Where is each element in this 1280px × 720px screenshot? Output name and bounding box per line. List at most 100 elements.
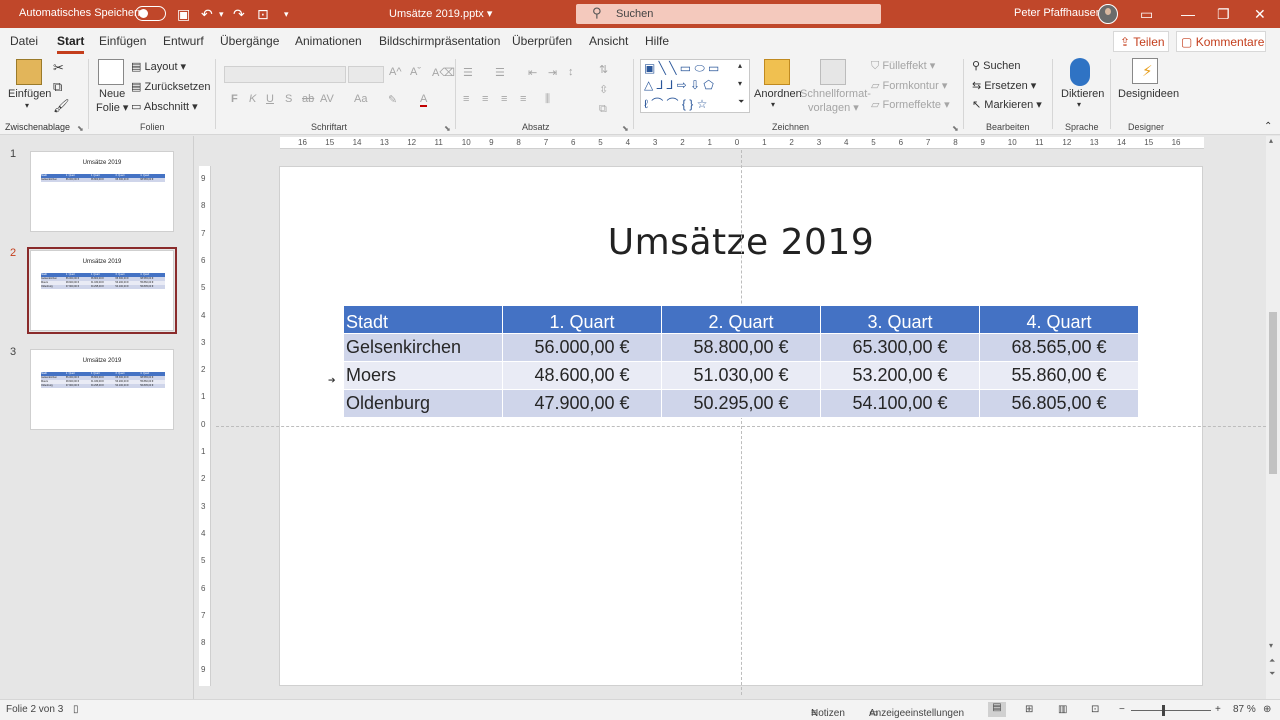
table-cell[interactable]: 47.900,00 € [502,389,662,418]
scroll-down-icon[interactable]: ▾ [1269,641,1273,650]
vertical-guide[interactable] [741,150,742,695]
table-cell[interactable]: 56.000,00 € [502,333,662,362]
table-cell[interactable]: Moers [343,361,503,390]
dictate-button[interactable]: Diktieren [1061,88,1104,100]
new-slide-label-2[interactable]: Folie ▾ [96,101,128,114]
collapse-ribbon-icon[interactable]: ⌃ [1264,121,1272,132]
table-header-cell[interactable]: Stadt [343,305,503,334]
table-cell[interactable]: 56.805,00 € [979,389,1139,418]
tab-animationen[interactable]: Animationen [295,34,362,48]
customize-toolbar-icon[interactable]: ▾ [284,5,289,23]
avatar[interactable] [1098,4,1118,24]
tab-uebergaenge[interactable]: Übergänge [220,34,279,48]
numbering-icon[interactable]: ☰ [495,66,505,79]
tab-bildschirmpraesentation[interactable]: Bildschirmpräsentation [379,34,500,48]
slideshow-icon[interactable]: ⊡ [1091,704,1099,715]
strikethrough-icon[interactable]: ab [302,93,314,105]
zoom-level[interactable]: 87 % [1233,704,1256,715]
tab-datei[interactable]: Datei [10,34,38,48]
bullets-icon[interactable]: ☰ [463,66,473,79]
search-box[interactable]: ⚲ Suchen [576,4,881,24]
save-icon[interactable]: ▣ [177,5,190,23]
paragraph-launcher-icon[interactable]: ⬊ [622,124,629,133]
shrink-font-icon[interactable]: Aˇ [410,66,421,78]
normal-view-icon[interactable]: ▤ [988,702,1006,717]
format-painter-icon[interactable]: 🖌 [53,99,70,113]
slide-thumbnail-2[interactable]: Umsätze 2019 Stadt 1. Quart 2. Quart 3. Qua… [27,247,177,334]
table-cell[interactable]: 68.565,00 € [979,333,1139,362]
arrange-dropdown-icon[interactable]: ▾ [771,100,775,109]
tab-einfuegen[interactable]: Einfügen [99,34,146,48]
table-header-cell[interactable]: 1. Quart [502,305,662,334]
autosave-toggle[interactable] [135,6,166,21]
bold-button[interactable]: F [231,93,238,105]
comments-button[interactable]: ▢ Kommentare [1176,31,1266,52]
share-button[interactable]: ⇪ Teilen [1113,31,1169,52]
align-left-icon[interactable]: ≡ [463,93,469,105]
zoom-slider-knob[interactable] [1162,705,1165,716]
change-case-icon[interactable]: Aa [354,93,367,105]
table-header-cell[interactable]: 3. Quart [820,305,980,334]
tab-ueberpruefen[interactable]: Überprüfen [512,34,572,48]
smartart-icon[interactable]: ⧉ [599,103,607,116]
select-button[interactable]: ↖ Markieren ▾ [972,98,1042,111]
slide-thumbnail-3[interactable]: Umsätze 2019 Stadt 1. Quart 2. Quart 3. Qua… [30,349,174,430]
font-size-combobox[interactable] [348,66,384,83]
table-cell[interactable]: 48.600,00 € [502,361,662,390]
paste-button[interactable]: Einfügen [8,88,51,100]
shapes-scroll-down-icon[interactable]: ▾ [738,79,742,88]
clipboard-launcher-icon[interactable]: ⬊ [77,124,84,133]
vertical-scrollbar[interactable]: ▴ ▾ ⏶ ⏷ [1266,136,1280,699]
zoom-in-icon[interactable]: + [1215,704,1221,715]
vertical-ruler[interactable]: 9 8 7 6 5 4 3 2 1 0 1 2 3 4 5 6 7 8 9 [199,166,211,686]
reading-view-icon[interactable]: ▥ [1058,704,1067,715]
find-button[interactable]: ⚲ Suchen [972,59,1020,72]
table-cell[interactable]: 65.300,00 € [820,333,980,362]
ribbon-display-icon[interactable]: ▭ [1140,5,1153,23]
zoom-out-icon[interactable]: − [1119,704,1125,715]
shape-fill-button[interactable]: ⛉ Fülleffekt ▾ [871,59,935,73]
char-spacing-button[interactable]: AV [320,93,334,105]
paste-icon[interactable] [16,59,42,85]
reset-button[interactable]: ▤ Zurücksetzen [131,80,211,93]
slide-thumbnail-1[interactable]: Umsätze 2019 Stadt 1. Quart 2. Quart 3. Qua… [30,151,174,232]
dictate-dropdown-icon[interactable]: ▾ [1077,100,1081,109]
section-button[interactable]: ▭ Abschnitt ▾ [131,100,198,113]
sales-table[interactable]: Stadt 1. Quart 2. Quart 3. Quart 4. Quar… [343,305,1139,418]
align-right-icon[interactable]: ≡ [501,93,507,105]
next-slide-icon[interactable]: ⏷ [1269,669,1275,679]
fit-slide-icon[interactable]: ⊕ [1263,704,1271,715]
cut-icon[interactable]: ✂ [53,61,64,75]
italic-button[interactable]: K [249,93,256,105]
justify-icon[interactable]: ≡ [520,93,526,105]
clear-formatting-icon[interactable]: A⌫ [432,66,455,79]
line-spacing-icon[interactable]: ↕ [568,66,574,78]
table-cell[interactable]: 54.100,00 € [820,389,980,418]
font-launcher-icon[interactable]: ⬊ [444,124,451,133]
tab-ansicht[interactable]: Ansicht [589,34,628,48]
tab-start[interactable]: Start [57,34,85,54]
font-color-icon[interactable]: A [420,93,428,107]
decrease-indent-icon[interactable]: ⇤ [528,66,537,79]
align-text-icon[interactable]: ⇳ [599,83,608,96]
arrange-button[interactable]: Anordnen [754,88,802,100]
quick-styles-icon[interactable] [820,59,846,85]
table-cell[interactable]: 58.800,00 € [661,333,821,362]
quick-styles-label-1[interactable]: Schnellformat- [800,88,871,100]
align-center-icon[interactable]: ≡ [482,93,488,105]
layout-button[interactable]: ▤ Layout ▾ [131,60,186,73]
drawing-launcher-icon[interactable]: ⬊ [952,124,959,133]
redo-icon[interactable]: ↷ [233,5,245,23]
close-icon[interactable]: ✕ [1254,5,1266,23]
increase-indent-icon[interactable]: ⇥ [548,66,557,79]
table-cell[interactable]: 53.200,00 € [820,361,980,390]
table-cell[interactable]: Oldenburg [343,389,503,418]
grow-font-icon[interactable]: A^ [389,66,402,78]
undo-icon[interactable]: ↶ [201,5,213,23]
row-select-arrow-icon[interactable]: ➔ [328,375,336,386]
microphone-icon[interactable] [1070,58,1090,86]
highlight-icon[interactable]: ✎ [388,93,397,106]
table-header-cell[interactable]: 4. Quart [979,305,1139,334]
slide-sorter-icon[interactable]: ⊞ [1025,704,1033,715]
tab-entwurf[interactable]: Entwurf [163,34,204,48]
